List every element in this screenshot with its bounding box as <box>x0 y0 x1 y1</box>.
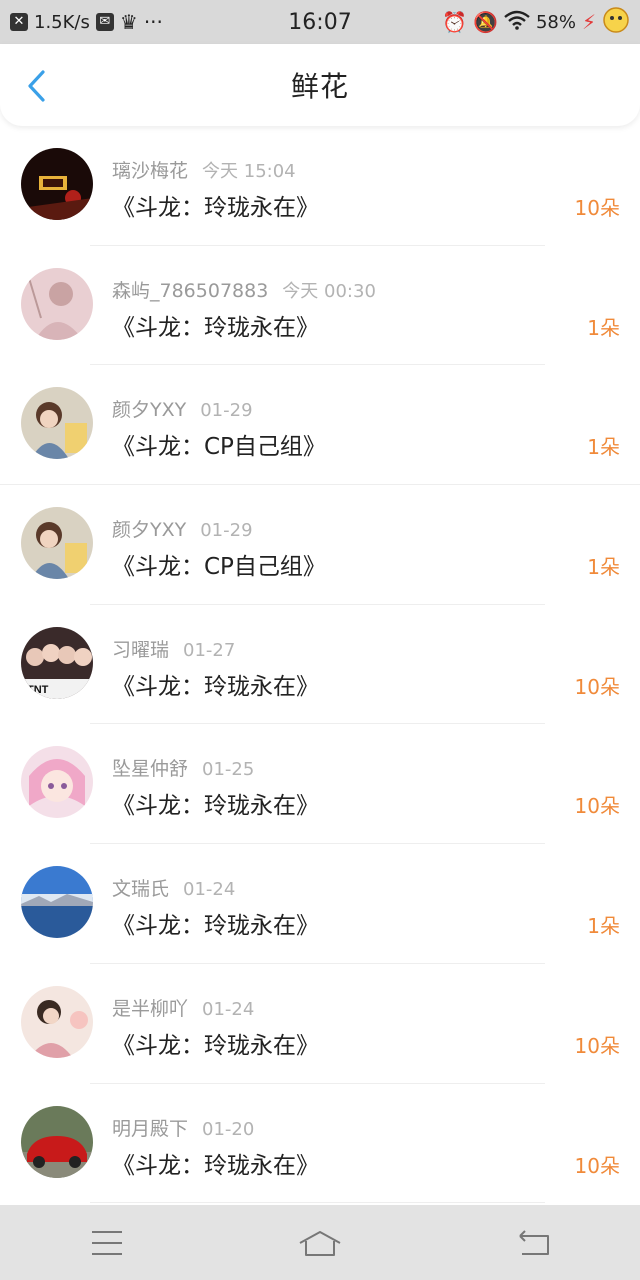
work-title[interactable]: 《斗龙：玲珑永在》 <box>112 1026 319 1060</box>
back-button[interactable] <box>18 66 54 106</box>
work-title[interactable]: 《斗龙：玲珑永在》 <box>112 188 319 222</box>
sender-name[interactable]: 颜夕YXY <box>112 399 186 421</box>
flower-count: 1朵 <box>587 315 620 340</box>
record-time: 01-25 <box>202 759 255 781</box>
close-notification-icon: ✕ <box>10 13 28 31</box>
back-nav-button[interactable] <box>503 1218 563 1268</box>
status-right: ⏰ 🔕 58% ⚡ <box>442 6 630 39</box>
divider <box>90 1202 545 1204</box>
list-item[interactable]: 文瑞氏 01-24 《斗龙：玲珑永在》 1朵 <box>0 844 640 964</box>
list-item[interactable]: 颜夕YXY 01-29 《斗龙：CP自己组》 1朵 <box>0 365 640 486</box>
flower-count: 10朵 <box>574 1153 620 1178</box>
system-nav-bar <box>0 1205 640 1280</box>
flower-count: 1朵 <box>587 914 620 939</box>
record-time: 今天 00:30 <box>282 280 376 302</box>
record-meta: 习曜瑞 01-27 <box>112 635 235 662</box>
record-meta: 坠星仲舒 01-25 <box>112 754 254 781</box>
record-time: 01-24 <box>202 998 255 1020</box>
avatar[interactable] <box>21 1105 93 1178</box>
record-time: 01-29 <box>200 520 253 542</box>
record-meta: 颜夕YXY 01-29 <box>112 395 253 422</box>
svg-text:TNT: TNT <box>27 684 49 696</box>
record-meta: 文瑞氏 01-24 <box>112 874 235 901</box>
avatar[interactable] <box>21 866 93 939</box>
avatar[interactable] <box>21 985 93 1058</box>
record-time: 01-29 <box>200 400 253 422</box>
more-icon: ··· <box>143 10 163 34</box>
status-left: ✕ 1.5K/s ✉ ♛ ··· <box>10 10 163 34</box>
charging-icon: ⚡ <box>581 10 596 34</box>
record-time: 01-20 <box>202 1118 255 1140</box>
mute-icon: 🔕 <box>473 10 498 34</box>
mail-icon: ✉ <box>95 13 114 31</box>
list-item[interactable]: 颜夕YXY 01-29 《斗龙：CP自己组》 1朵 <box>0 485 640 605</box>
sender-name[interactable]: 坠星仲舒 <box>112 758 188 780</box>
sender-name[interactable]: 森屿_786507883 <box>112 280 268 302</box>
app-icon <box>602 6 630 39</box>
record-meta: 璃沙梅花 今天 15:04 <box>112 156 296 183</box>
record-meta: 明月殿下 01-20 <box>112 1114 254 1141</box>
record-time: 今天 15:04 <box>202 161 296 182</box>
flower-count: 1朵 <box>587 435 620 460</box>
list-item[interactable]: 坠星仲舒 01-25 《斗龙：玲珑永在》 10朵 <box>0 724 640 845</box>
record-time: 01-27 <box>183 639 236 661</box>
menu-button[interactable] <box>77 1218 137 1268</box>
home-icon <box>299 1230 341 1256</box>
back-icon <box>519 1229 550 1255</box>
work-title[interactable]: 《斗龙：CP自己组》 <box>112 427 326 461</box>
work-title[interactable]: 《斗龙：玲珑永在》 <box>112 1146 319 1180</box>
page-title: 鲜花 <box>290 70 349 103</box>
work-title[interactable]: 《斗龙：CP自己组》 <box>112 547 326 581</box>
work-title[interactable]: 《斗龙：玲珑永在》 <box>112 667 319 701</box>
list-item[interactable]: TNT 习曜瑞 01-27 《斗龙：玲珑永在》 10朵 <box>0 605 640 725</box>
app-header: 鲜花 <box>0 44 640 126</box>
sender-name[interactable]: 是半柳吖 <box>112 998 188 1020</box>
record-meta: 颜夕YXY 01-29 <box>112 515 253 542</box>
sender-name[interactable]: 明月殿下 <box>112 1118 188 1140</box>
flower-count: 1朵 <box>587 555 620 580</box>
avatar[interactable] <box>21 746 93 819</box>
list-item[interactable]: 是半柳吖 01-24 《斗龙：玲珑永在》 10朵 <box>0 964 640 1084</box>
crown-icon: ♛ <box>119 10 138 34</box>
avatar[interactable] <box>21 148 93 220</box>
record-time: 01-24 <box>183 879 236 901</box>
list-item[interactable]: 璃沙梅花 今天 15:04 《斗龙：玲珑永在》 10朵 <box>0 126 640 246</box>
work-title[interactable]: 《斗龙：玲珑永在》 <box>112 308 319 342</box>
status-bar: ✕ 1.5K/s ✉ ♛ ··· 16:07 ⏰ 🔕 58% ⚡ <box>0 0 640 44</box>
chevron-left-icon <box>28 70 45 102</box>
home-button[interactable] <box>290 1218 350 1268</box>
network-speed: 1.5K/s <box>34 11 90 33</box>
flower-count: 10朵 <box>574 674 620 699</box>
wifi-icon <box>504 10 530 35</box>
sender-name[interactable]: 璃沙梅花 <box>112 160 188 182</box>
record-meta: 森屿_786507883 今天 00:30 <box>112 276 376 303</box>
sender-name[interactable]: 文瑞氏 <box>112 878 169 900</box>
menu-icon <box>91 1230 122 1255</box>
list-item[interactable]: 明月殿下 01-20 《斗龙：玲珑永在》 10朵 <box>0 1084 640 1204</box>
work-title[interactable]: 《斗龙：玲珑永在》 <box>112 906 319 940</box>
flower-record-list: 璃沙梅花 今天 15:04 《斗龙：玲珑永在》 10朵 森屿_786507883 今… <box>0 126 640 1204</box>
avatar[interactable] <box>21 267 93 340</box>
list-item[interactable]: 森屿_786507883 今天 00:30 《斗龙：玲珑永在》 1朵 <box>0 246 640 366</box>
sender-name[interactable]: 习曜瑞 <box>112 639 169 661</box>
flower-count: 10朵 <box>574 1033 620 1058</box>
avatar[interactable] <box>21 507 93 580</box>
record-meta: 是半柳吖 01-24 <box>112 994 254 1021</box>
avatar[interactable]: TNT <box>21 626 93 699</box>
avatar[interactable] <box>21 387 93 460</box>
flower-count: 10朵 <box>574 196 620 220</box>
battery-level: 58% <box>535 11 576 33</box>
alarm-icon: ⏰ <box>442 10 468 34</box>
sender-name[interactable]: 颜夕YXY <box>112 519 186 541</box>
flower-count: 10朵 <box>574 794 620 819</box>
work-title[interactable]: 《斗龙：玲珑永在》 <box>112 786 319 820</box>
